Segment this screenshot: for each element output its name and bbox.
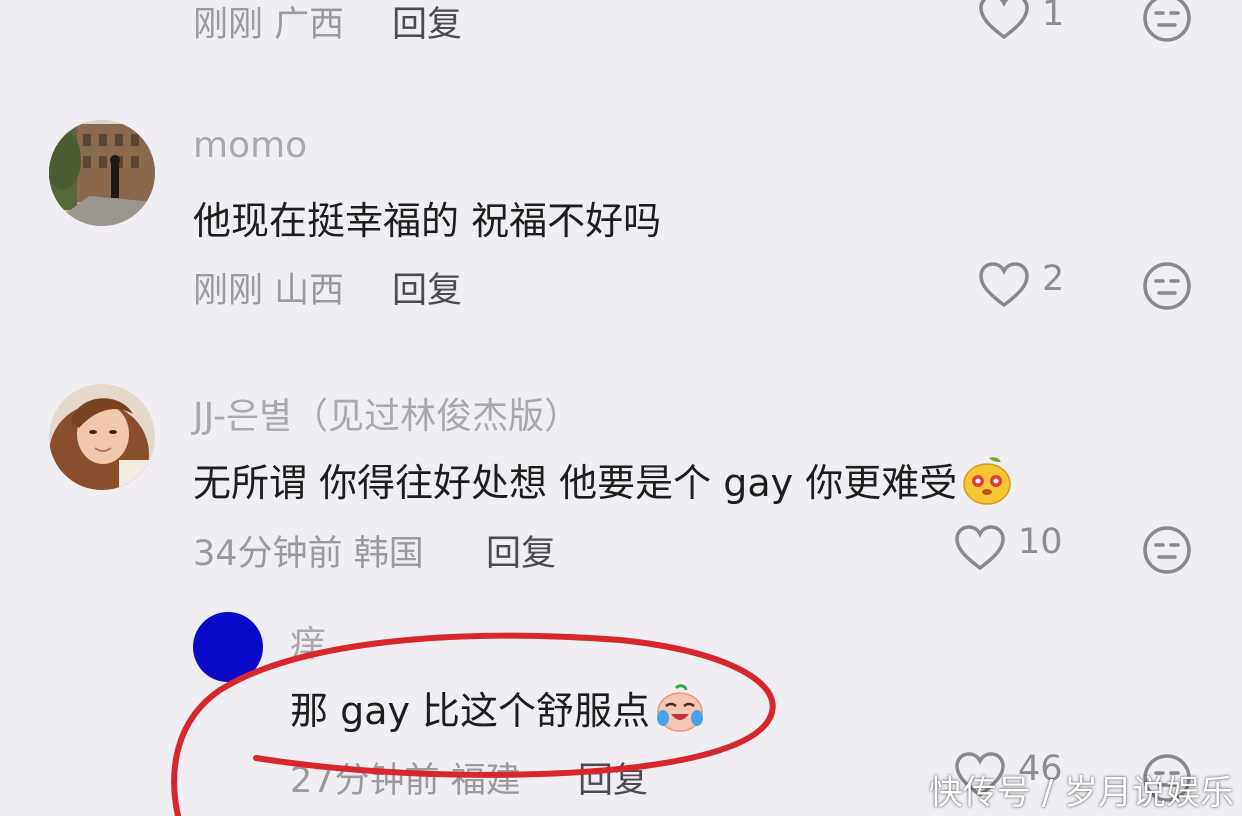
mango-emoji-icon	[963, 456, 1011, 505]
dislike-face-icon[interactable]	[1141, 260, 1193, 312]
dislike-face-icon[interactable]	[1141, 524, 1193, 576]
reply-button[interactable]: 回复	[578, 752, 648, 803]
reply-button[interactable]: 回复	[486, 525, 556, 576]
reply-button[interactable]: 回复	[392, 262, 462, 313]
comment-username[interactable]: momo	[193, 125, 307, 166]
comment-username[interactable]: 痒	[290, 615, 326, 667]
comment-text: 那 gay 比这个舒服点	[290, 680, 706, 735]
comment-username[interactable]: JJ-은별（见过林俊杰版）	[193, 387, 580, 439]
comment-meta: 刚刚 广西	[193, 5, 345, 45]
like-heart-icon[interactable]	[978, 0, 1030, 40]
like-heart-icon[interactable]	[954, 525, 1006, 571]
like-count: 1	[1042, 0, 1065, 34]
comment-meta: 27分钟前 福建	[290, 761, 521, 801]
comment-meta: 34分钟前 韩国	[193, 534, 424, 574]
like-heart-icon[interactable]	[978, 262, 1030, 308]
comment-text: 无所谓 你得往好处想 他要是个 gay 你更难受	[193, 452, 1013, 507]
watermark: 快传号 / 岁月说娱乐	[928, 773, 1234, 813]
avatar[interactable]	[193, 612, 263, 682]
like-count: 2	[1042, 259, 1065, 299]
comment-text: 他现在挺幸福的 祝福不好吗	[193, 199, 662, 243]
comment-meta: 刚刚 山西	[193, 271, 345, 311]
like-count: 10	[1018, 522, 1063, 562]
dislike-face-icon[interactable]	[1141, 0, 1193, 44]
avatar[interactable]	[49, 120, 155, 226]
avatar[interactable]	[49, 384, 155, 490]
reply-button[interactable]: 回复	[392, 0, 462, 47]
crying-laughing-emoji-icon	[657, 683, 704, 732]
